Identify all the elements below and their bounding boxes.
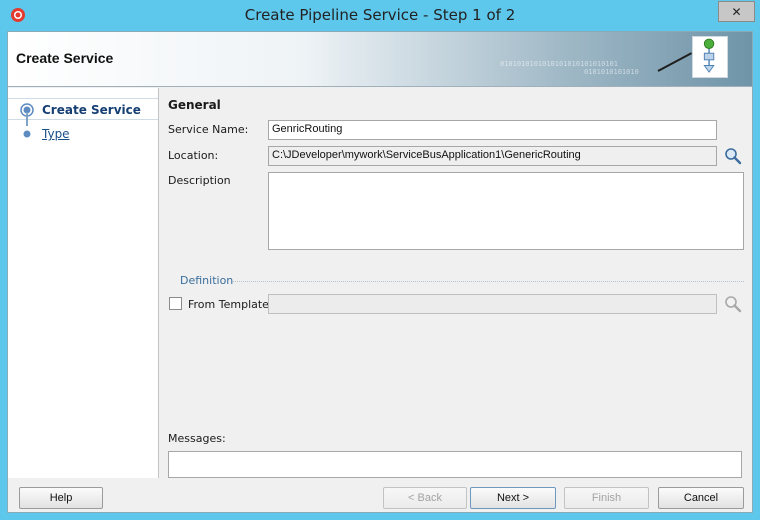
messages-box: [168, 451, 742, 478]
step-type[interactable]: Type: [8, 123, 158, 145]
next-button[interactable]: Next >: [470, 487, 556, 509]
help-button[interactable]: Help: [19, 487, 103, 509]
service-name-input[interactable]: GenricRouting: [268, 120, 717, 140]
description-label: Description: [168, 174, 231, 187]
section-title-general: General: [168, 98, 221, 112]
template-input[interactable]: [268, 294, 717, 314]
definition-divider: [232, 281, 744, 282]
dialog-window: Create Pipeline Service - Step 1 of 2 ✕ …: [0, 0, 760, 520]
from-template-label: From Template: [188, 298, 269, 311]
step-dot-icon: [23, 130, 31, 138]
magnifier-icon-disabled[interactable]: [724, 295, 742, 313]
definition-section-label: Definition: [180, 274, 234, 287]
dialog-body: Create Service 0101010101010101010101010…: [7, 31, 753, 513]
header-decoration-binary: 0101010101010101010101010101: [500, 60, 619, 68]
location-input[interactable]: C:\JDeveloper\mywork\ServiceBusApplicati…: [268, 146, 717, 166]
wizard-header: Create Service 0101010101010101010101010…: [8, 32, 752, 87]
cancel-button[interactable]: Cancel: [658, 487, 744, 509]
title-bar[interactable]: Create Pipeline Service - Step 1 of 2 ✕: [0, 0, 760, 31]
step-label: Type: [42, 127, 70, 141]
general-form: General Service Name: GenricRouting Loca…: [160, 88, 752, 478]
service-name-label: Service Name:: [168, 123, 249, 136]
location-label: Location:: [168, 149, 219, 162]
from-template-checkbox[interactable]: [169, 297, 182, 310]
close-icon: ✕: [731, 4, 742, 19]
flow-diagram-svg: [703, 38, 715, 73]
description-textarea[interactable]: [268, 172, 744, 250]
window-title: Create Pipeline Service - Step 1 of 2: [244, 6, 516, 24]
wand-decoration: [657, 52, 693, 72]
magnifier-icon[interactable]: [724, 147, 742, 165]
header-title: Create Service: [16, 50, 114, 66]
messages-label: Messages:: [168, 432, 226, 445]
back-button[interactable]: < Back: [383, 487, 467, 509]
step-label: Create Service: [42, 103, 141, 117]
close-button[interactable]: ✕: [718, 1, 755, 22]
finish-button[interactable]: Finish: [564, 487, 649, 509]
header-decoration-binary-2: 0101010101010: [584, 68, 639, 76]
flow-diagram-icon: [692, 36, 728, 78]
wizard-steps-panel: Create Service Type: [8, 88, 159, 478]
step-create-service[interactable]: Create Service: [8, 98, 158, 120]
